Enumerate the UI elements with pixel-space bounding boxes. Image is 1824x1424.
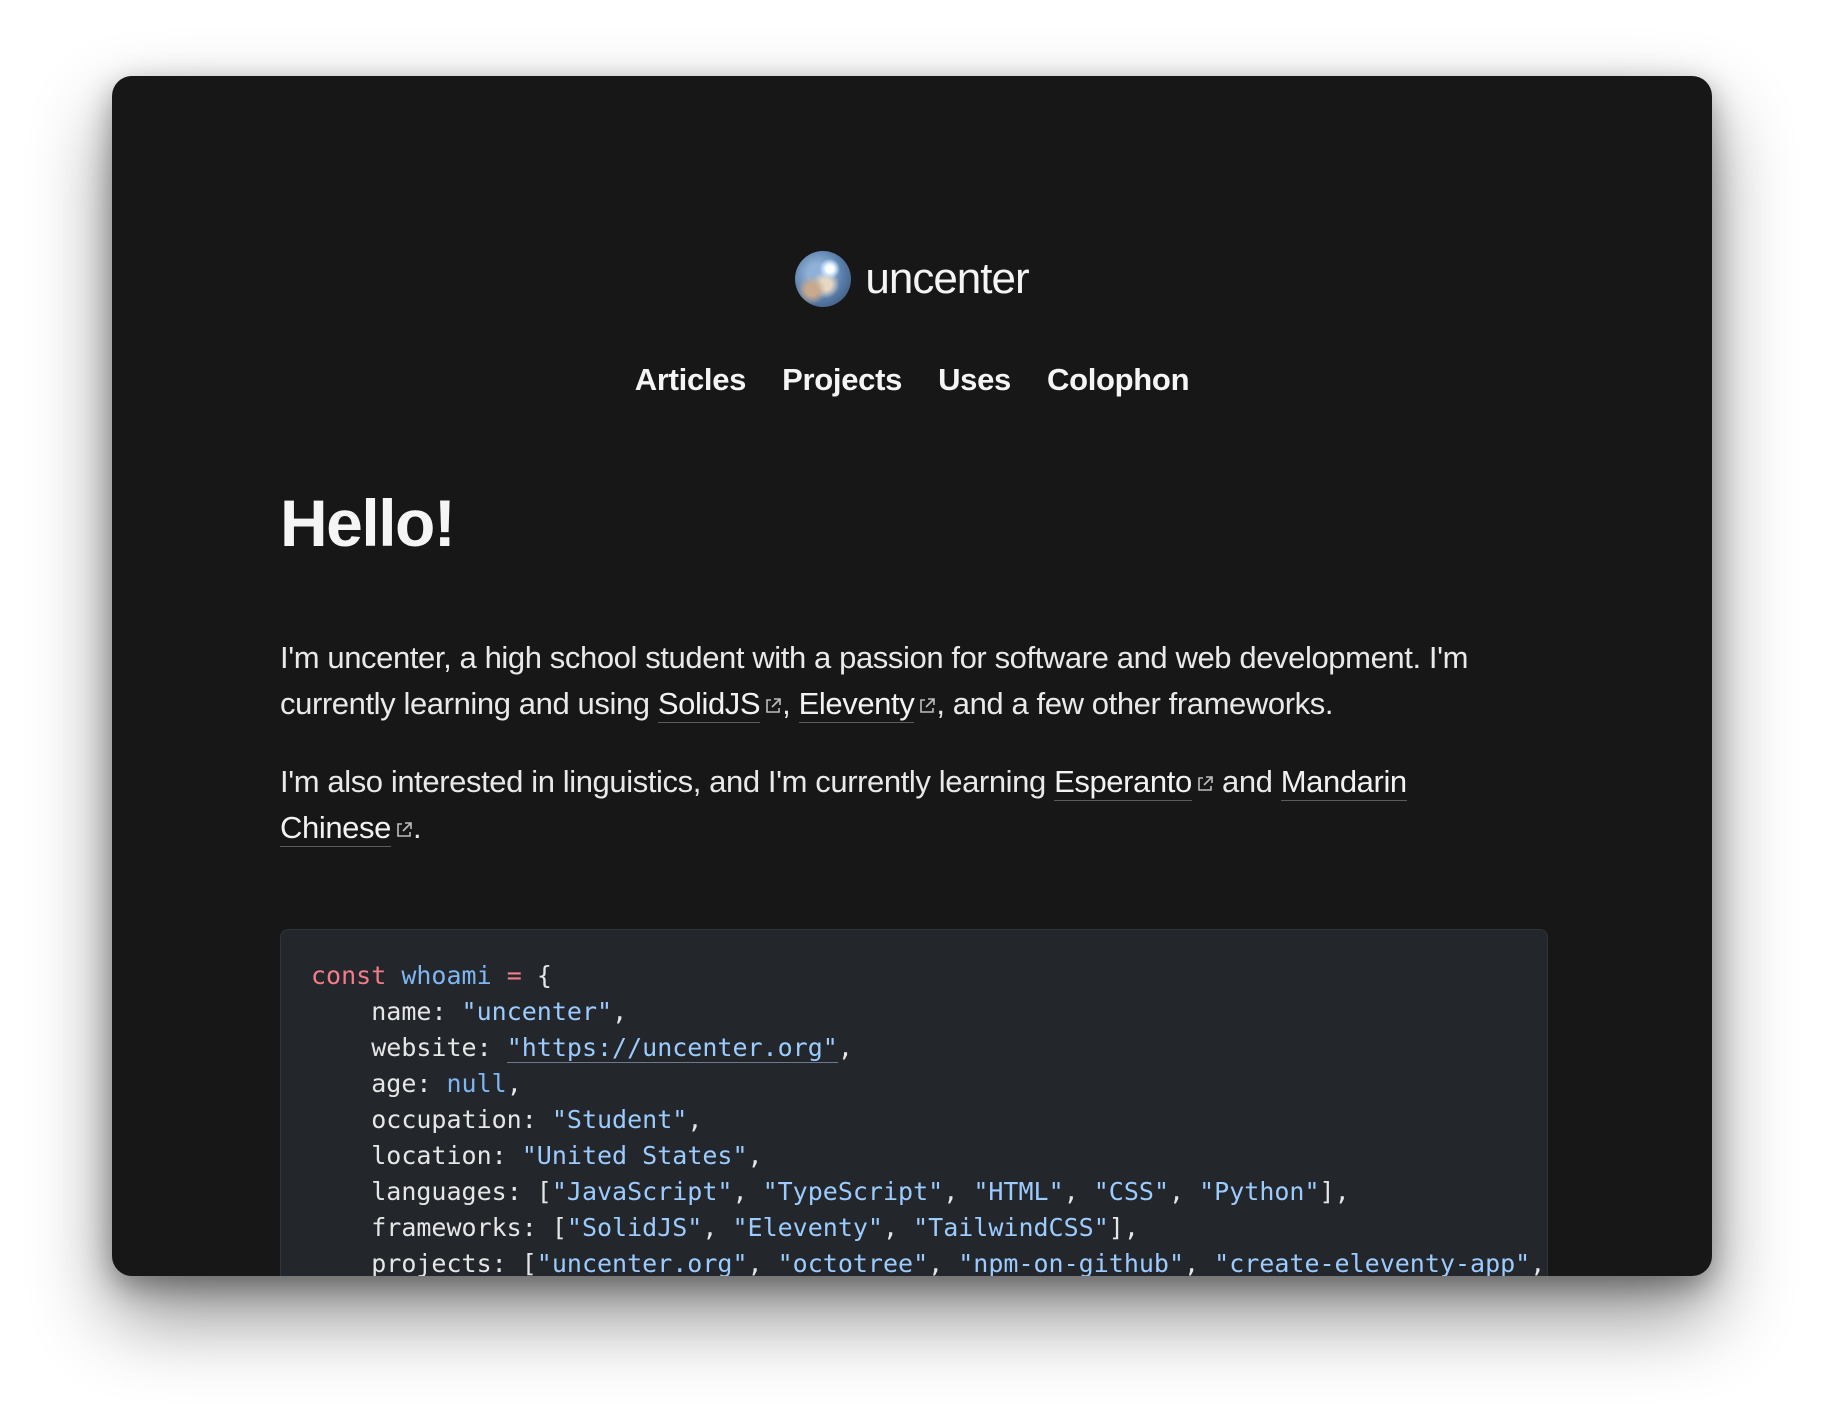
code-string: "SolidJS" — [566, 1213, 703, 1243]
code-equals: = — [506, 961, 522, 991]
code-block: const whoami = { name: "uncenter", websi… — [280, 929, 1548, 1276]
code-string: "TypeScript" — [762, 1177, 944, 1207]
main-nav: Articles Projects Uses Colophon — [112, 362, 1712, 398]
nav-articles[interactable]: Articles — [635, 362, 747, 398]
external-link-icon — [397, 822, 412, 837]
code-key: website — [371, 1033, 477, 1063]
code-url-link[interactable]: "https://uncenter.org" — [506, 1033, 838, 1064]
comma-text: , — [782, 686, 799, 722]
nav-uses[interactable]: Uses — [938, 362, 1011, 398]
code-string: "Student" — [551, 1105, 688, 1135]
code-string: "Python" — [1199, 1177, 1320, 1207]
avatar[interactable] — [795, 251, 852, 307]
external-link-icon — [766, 698, 781, 713]
browser-viewport: uncenter Articles Projects Uses Colophon… — [112, 76, 1712, 1276]
code-key: occupation — [371, 1105, 522, 1135]
intro-paragraph: I'm uncenter, a high school student with… — [280, 635, 1548, 727]
code-key: location — [371, 1141, 492, 1171]
code-keyword: const — [311, 961, 387, 991]
code-string: "create-eleventy-app" — [1214, 1249, 1531, 1276]
code-key: languages — [371, 1177, 507, 1207]
site-header: uncenter — [112, 251, 1712, 307]
esperanto-link[interactable]: Esperanto — [1054, 764, 1192, 802]
code-string: "uncenter.org" — [536, 1249, 748, 1276]
code-key: name — [371, 997, 432, 1027]
code-string: "United States" — [521, 1141, 748, 1171]
code-string: "Eleventy" — [732, 1213, 883, 1243]
mandarin-link[interactable]: Mandarin — [1280, 764, 1407, 802]
main-content: Hello! I'm uncenter, a high school stude… — [280, 484, 1548, 1276]
eleventy-link[interactable]: Eleventy — [798, 686, 915, 724]
linguistics-text: I'm also interested in linguistics, and … — [280, 764, 1055, 800]
code-variable: whoami — [401, 961, 492, 991]
code-string: "octotree" — [777, 1249, 929, 1276]
code-string: "CSS" — [1093, 1177, 1169, 1207]
site-name[interactable]: uncenter — [865, 254, 1029, 304]
external-link-icon — [1197, 776, 1213, 791]
intro-text-end: , and a few other frameworks. — [936, 686, 1334, 722]
code-string: "JavaScript" — [551, 1177, 733, 1207]
code-key: frameworks — [371, 1213, 522, 1243]
solidjs-link[interactable]: SolidJS — [657, 686, 761, 724]
page-title: Hello! — [280, 486, 456, 560]
nav-projects[interactable]: Projects — [782, 362, 902, 398]
mandarin-link-continued[interactable]: Chinese — [280, 810, 391, 848]
code-string: "HTML" — [973, 1177, 1064, 1207]
code-string: "npm-on-github" — [958, 1249, 1185, 1276]
code-string: "TailwindCSS" — [913, 1213, 1109, 1243]
nav-colophon[interactable]: Colophon — [1047, 362, 1190, 398]
and-text: and — [1213, 764, 1281, 800]
external-link-icon — [920, 698, 936, 713]
code-string: "uncenter" — [461, 997, 613, 1027]
code-null: null — [446, 1069, 507, 1099]
linguistics-paragraph: I'm also interested in linguistics, and … — [280, 759, 1548, 851]
code-open-brace: { — [536, 961, 552, 991]
code-key: projects — [371, 1249, 492, 1276]
period-text: . — [412, 810, 422, 846]
code-key: age — [371, 1069, 417, 1099]
